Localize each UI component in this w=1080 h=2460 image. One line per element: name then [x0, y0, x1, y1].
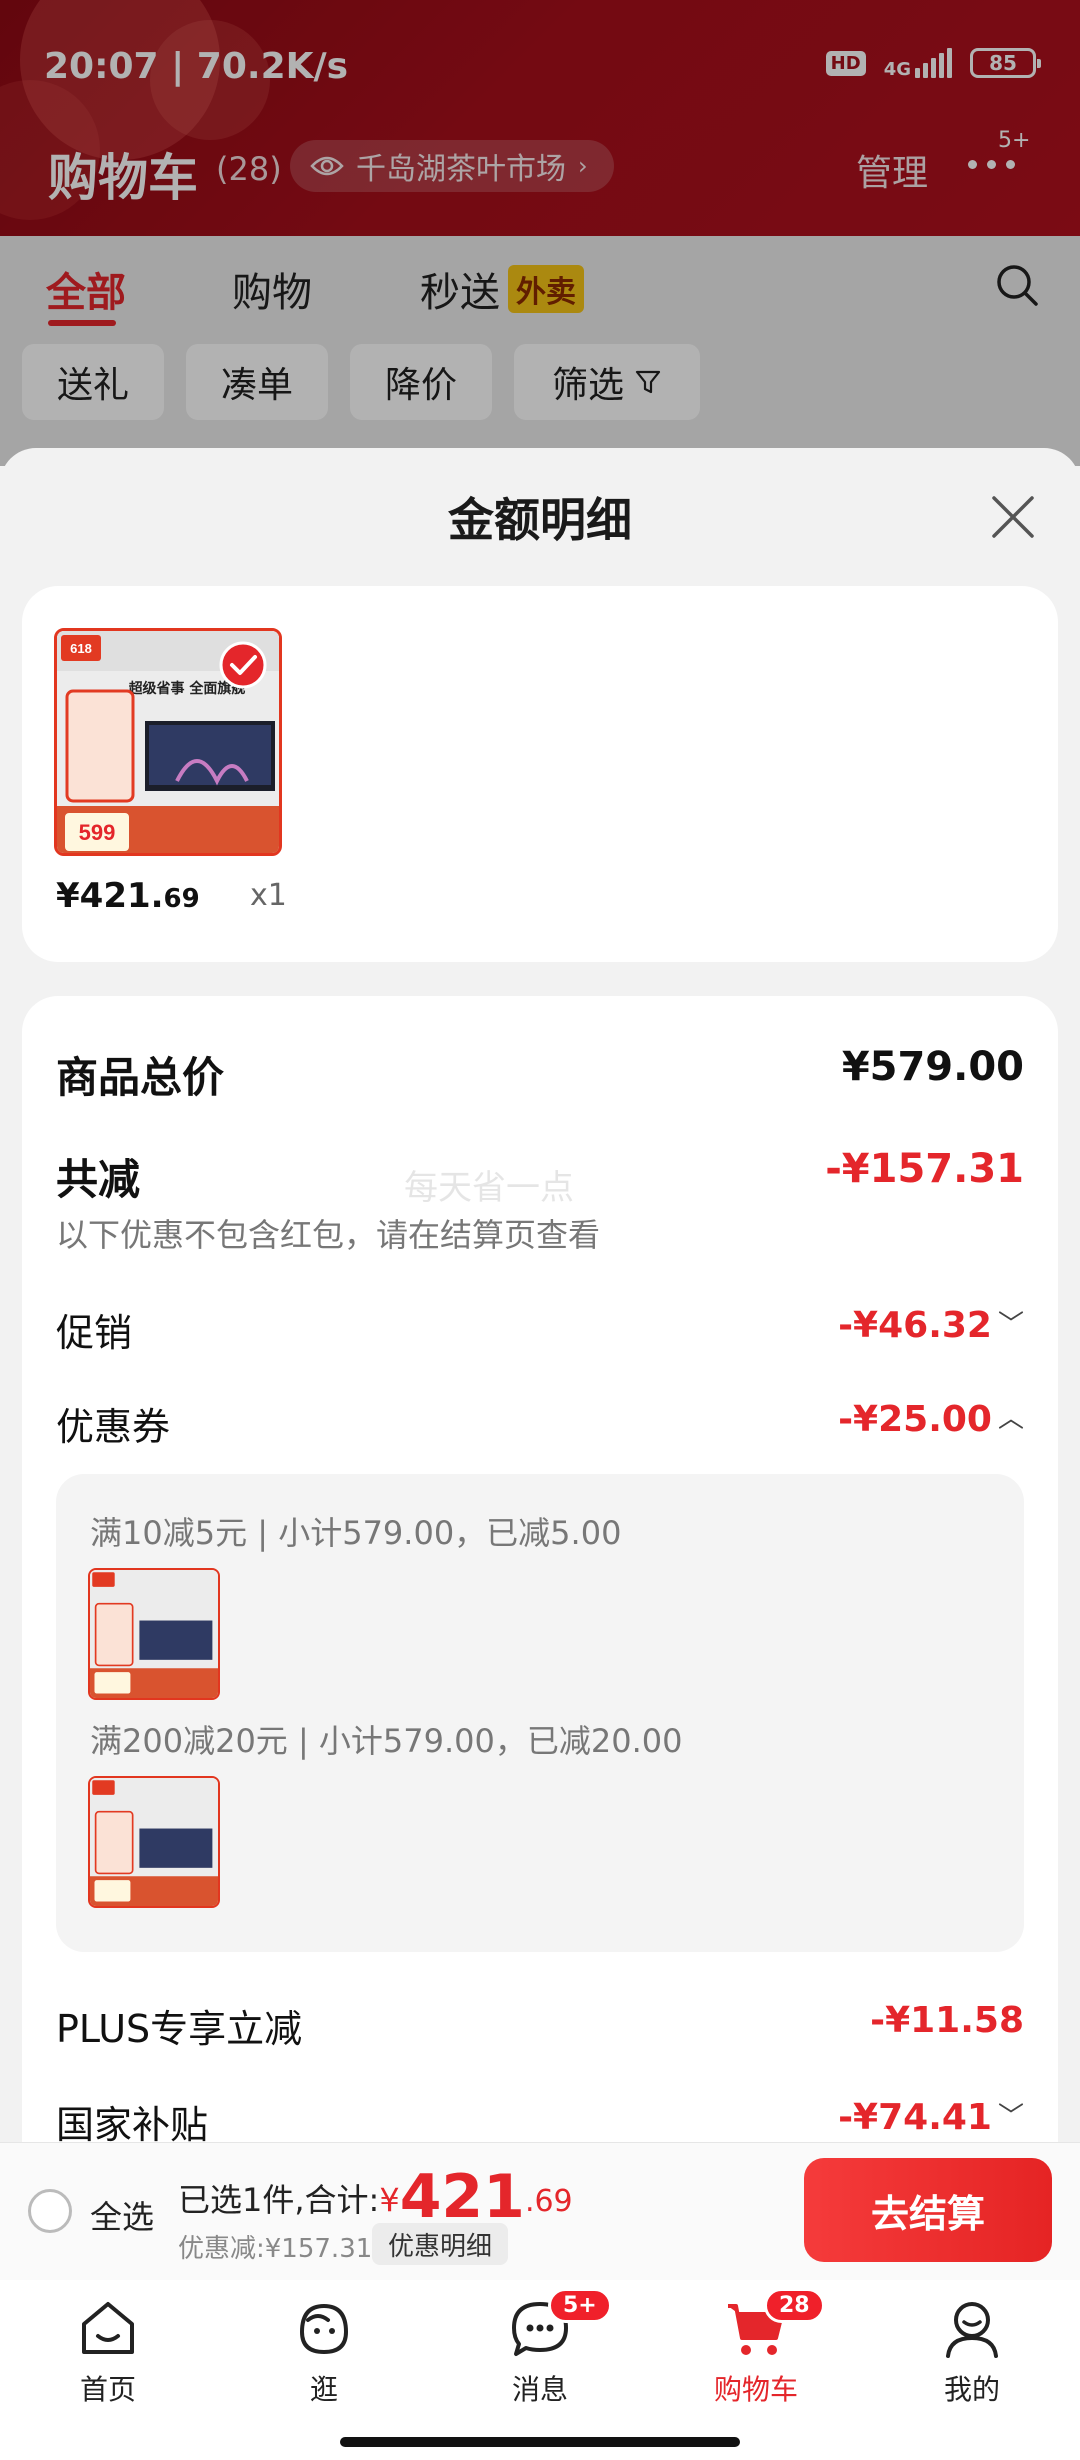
coupon-line-2: 满200减20元 | 小计579.00，已减20.00	[90, 1722, 683, 1760]
subsidy-label: 国家补贴	[56, 2103, 209, 2147]
coupon-line-1: 满10减5元 | 小计579.00，已减5.00	[90, 1514, 622, 1552]
select-all-label[interactable]: 全选	[90, 2192, 154, 2238]
nav-messages[interactable]: 5+ 消息	[470, 2288, 612, 2408]
reduce-value: -¥157.31	[825, 1146, 1024, 1192]
total-label: 商品总价	[56, 1053, 225, 1102]
select-all-radio[interactable]	[28, 2189, 72, 2233]
product-image[interactable]: 618 超级省事 全面旗舰 599	[54, 628, 282, 856]
nav-cart[interactable]: 28 购物车	[686, 2288, 826, 2408]
chevron-down-icon: ﹀	[997, 2102, 1024, 2132]
checkout-summary: 已选1件,合计:¥421.69	[178, 2162, 573, 2232]
poster-price: 599	[79, 820, 116, 845]
checkout-amount: 421	[399, 2162, 525, 2232]
user-icon	[946, 2302, 998, 2358]
cart-badge: 28	[764, 2288, 825, 2323]
coupon-product-thumb-2	[88, 1776, 220, 1908]
checkout-button[interactable]: 去结算	[804, 2158, 1052, 2262]
promo-row-toggle[interactable]: -¥46.32 ﹀	[838, 1304, 1024, 1346]
browse-face-icon	[299, 2303, 349, 2355]
coupon-row-toggle[interactable]: -¥25.00 ︿	[838, 1398, 1024, 1440]
coupon-label: 优惠券	[56, 1405, 171, 1449]
nav-home[interactable]: 首页	[38, 2298, 178, 2408]
reduce-note: 以下优惠不包含红包，请在结算页查看	[56, 1216, 601, 1254]
coupon-value: -¥25.00	[838, 1399, 992, 1440]
close-icon[interactable]	[988, 492, 1038, 542]
chevron-down-icon: ﹀	[997, 1310, 1024, 1340]
product-qty: x1	[250, 878, 287, 913]
reduce-label: 共减	[56, 1155, 141, 1204]
nav-browse[interactable]: 逛	[254, 2298, 394, 2408]
promo-label: 促销	[56, 1311, 133, 1355]
chevron-up-icon: ︿	[997, 1404, 1024, 1434]
coupon-product-thumb-1	[88, 1568, 220, 1700]
plus-label: PLUS专享立减	[56, 2007, 303, 2051]
checkout-discount: 优惠减:¥157.31	[178, 2234, 373, 2264]
subsidy-row-toggle[interactable]: -¥74.41 ﹀	[838, 2096, 1024, 2138]
home-icon	[82, 2302, 134, 2354]
messages-badge: 5+	[548, 2288, 612, 2323]
discount-detail-button[interactable]: 优惠明细	[372, 2223, 509, 2265]
plus-value: -¥11.58	[870, 2000, 1024, 2041]
product-poster: 618 超级省事 全面旗舰 599	[57, 631, 279, 853]
home-indicator[interactable]	[340, 2437, 740, 2447]
subsidy-value: -¥74.41	[838, 2097, 992, 2138]
nav-me[interactable]: 我的	[902, 2298, 1042, 2408]
total-value: ¥579.00	[841, 1044, 1024, 1090]
poster-tag: 618	[70, 641, 92, 656]
watermark-text: 每天省一点	[404, 1168, 574, 1208]
product-price: ¥421.69	[56, 876, 200, 916]
sheet-title: 金额明细	[448, 493, 632, 547]
overlay-dim[interactable]	[0, 0, 1080, 466]
promo-value: -¥46.32	[838, 1305, 992, 1346]
